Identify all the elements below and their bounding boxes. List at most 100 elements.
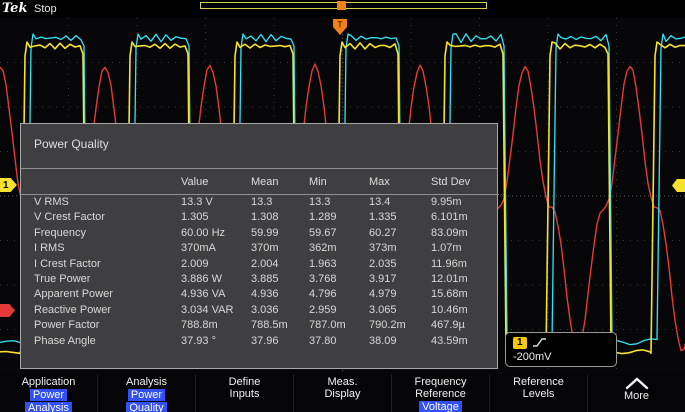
measurement-row: I RMS370mA370m362m373m1.07m [21,241,499,256]
softkey-label: Reference [490,376,587,388]
measurement-max: 3.917 [369,272,431,287]
status-bar: Tek Stop [0,0,685,18]
softkey-label: Display [294,388,391,400]
measurement-min: 59.67 [309,226,369,241]
softkey-more[interactable]: More [587,374,685,412]
measurement-min: 4.796 [309,287,369,302]
softkey-selection: Quality [126,402,166,412]
softkey-menu-bar: ApplicationPowerAnalysisAnalysisPowerQua… [0,374,685,412]
softkey-label: Application [0,376,97,388]
panel-title: Power Quality [21,124,497,169]
measurement-max: 38.09 [369,334,431,349]
softkey-label: Levels [490,388,587,400]
softkey-label: Inputs [196,388,293,400]
measurement-value: 788.8m [181,318,251,333]
trigger-marker-letter: T [338,21,343,30]
measurement-mean: 37.96 [251,334,309,349]
measurement-label: I RMS [21,241,181,256]
measurement-std: 15.68m [431,287,499,302]
measurement-min: 1.289 [309,210,369,225]
measurement-value: 4.936 VA [181,287,251,302]
measurement-mean: 788.5m [251,318,309,333]
measurement-std: 12.01m [431,272,499,287]
column-header: Mean [251,169,309,195]
measurement-value: 37.93 ° [181,334,251,349]
measurement-max: 4.979 [369,287,431,302]
measurement-mean: 2.004 [251,257,309,272]
waveform-display: T 1 Power Quality ValueMeanMinMaxStd Dev… [0,18,685,374]
softkey-label: Reference [392,388,489,400]
measurement-min: 13.3 [309,195,369,211]
measurement-value: 2.009 [181,257,251,272]
measurement-label: I Crest Factor [21,257,181,272]
measurement-label: True Power [21,272,181,287]
measurement-row: Frequency60.00 Hz59.9959.6760.2783.09m [21,226,499,241]
measurement-max: 2.035 [369,257,431,272]
measurement-std: 11.96m [431,257,499,272]
measurement-name-column-header [21,169,181,195]
measurement-value: 370mA [181,241,251,256]
measurement-label: V Crest Factor [21,210,181,225]
measurement-std: 467.9µ [431,318,499,333]
tek-logo: Tek [2,1,27,16]
measurement-max: 1.335 [369,210,431,225]
measurement-value: 3.034 VAR [181,303,251,318]
measurement-std: 6.101m [431,210,499,225]
measurement-max: 13.4 [369,195,431,211]
trigger-position-tick [337,1,346,10]
measurement-min: 1.963 [309,257,369,272]
measurement-label: Frequency [21,226,181,241]
acquisition-status: Stop [34,3,57,15]
softkey-define-inputs[interactable]: DefineInputs [195,374,293,412]
column-header: Max [369,169,431,195]
measurement-label: Power Factor [21,318,181,333]
measurement-value: 60.00 Hz [181,226,251,241]
trigger-level-readout: -200mV [513,350,609,364]
softkey-meas-display[interactable]: Meas.Display [293,374,391,412]
softkey-application[interactable]: ApplicationPowerAnalysis [0,374,97,412]
column-header: Value [181,169,251,195]
softkey-label: Frequency [392,376,489,388]
softkey-label: More [588,390,685,402]
trigger-source-badge: 1 [513,337,527,349]
chevron-up-icon [624,377,650,390]
softkey-label: Meas. [294,376,391,388]
softkey-reference-levels[interactable]: ReferenceLevels [489,374,587,412]
softkey-analysis[interactable]: AnalysisPowerQuality [97,374,195,412]
softkey-label: Analysis [98,376,195,388]
trigger-readout: 1 -200mV [505,332,617,367]
measurement-max: 3.065 [369,303,431,318]
column-header: Std Dev [431,169,499,195]
softkey-label: Define [196,376,293,388]
measurement-row: True Power3.886 W3.8853.7683.91712.01m [21,272,499,287]
channel1-marker-label: 1 [3,180,9,191]
measurement-max: 373m [369,241,431,256]
measurement-mean: 1.308 [251,210,309,225]
softkey-selection: Analysis [25,402,72,412]
softkey-selection: Power [128,389,165,401]
measurement-value: 3.886 W [181,272,251,287]
measurement-row: Reactive Power3.034 VAR3.0362.9593.06510… [21,303,499,318]
oscilloscope-screen: Tek Stop T 1 Power Quality ValueMeanMinM… [0,0,685,412]
measurement-std: 83.09m [431,226,499,241]
measurement-row: Power Factor788.8m788.5m787.0m790.2m467.… [21,318,499,333]
softkey-frequency-reference[interactable]: FrequencyReferenceVoltage [391,374,489,412]
measurement-row: Apparent Power4.936 VA4.9364.7964.97915.… [21,287,499,302]
measurement-max: 790.2m [369,318,431,333]
measurement-min: 3.768 [309,272,369,287]
measurement-std: 9.95m [431,195,499,211]
measurement-row: Phase Angle37.93 °37.9637.8038.0943.59m [21,334,499,349]
rising-slope-icon [532,337,547,348]
measurement-mean: 3.036 [251,303,309,318]
horizontal-position-indicator [200,2,487,9]
measurement-header-row: ValueMeanMinMaxStd Dev [21,169,499,195]
measurement-mean: 4.936 [251,287,309,302]
trigger-source-line: 1 [513,335,609,350]
measurement-value: 13.3 V [181,195,251,211]
measurement-value: 1.305 [181,210,251,225]
softkey-selection: Power [30,389,67,401]
measurement-min: 2.959 [309,303,369,318]
measurement-row: V Crest Factor1.3051.3081.2891.3356.101m [21,210,499,225]
softkey-selection: Voltage [419,401,462,412]
power-quality-panel: Power Quality ValueMeanMinMaxStd Dev V R… [20,123,498,369]
